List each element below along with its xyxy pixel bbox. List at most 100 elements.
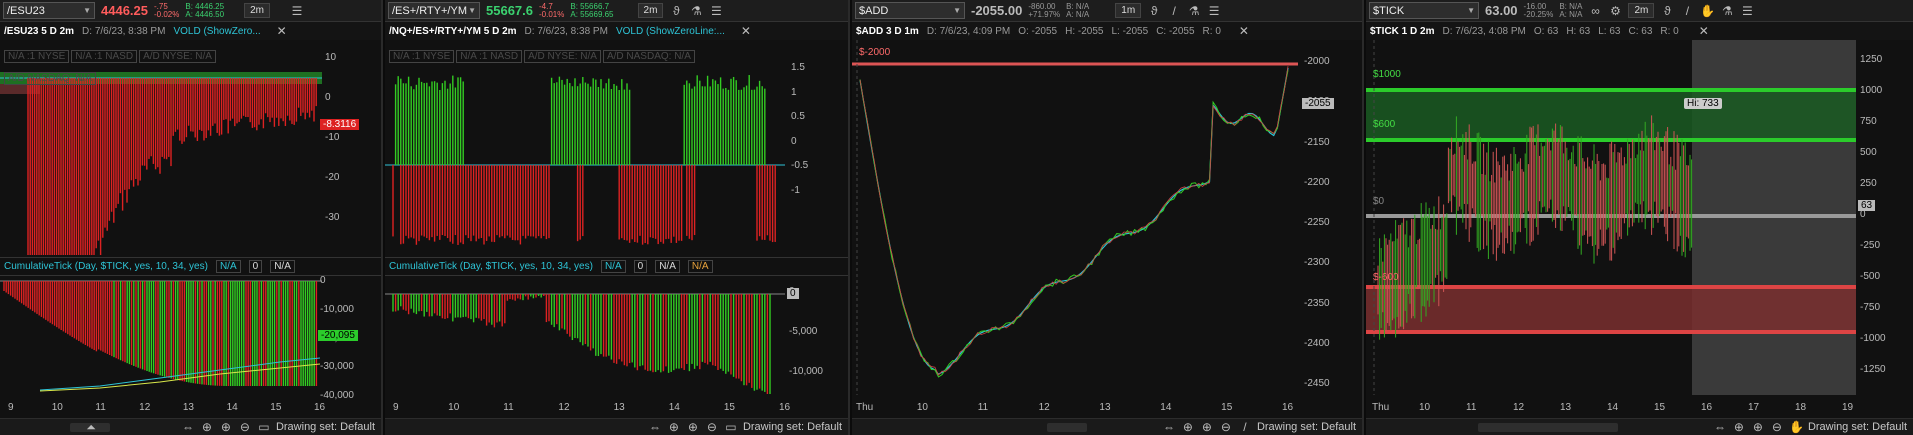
zoom-in-icon[interactable]: ⊕ xyxy=(1751,420,1765,434)
collapse-icon[interactable]: ✕ xyxy=(1697,24,1711,38)
time-tick-label: 10 xyxy=(51,402,63,413)
menu-icon[interactable]: ☰ xyxy=(709,4,723,18)
collapse-icon[interactable]: ✕ xyxy=(739,24,753,38)
time-tick-label: 13 xyxy=(1560,402,1572,413)
collapse-up-icon[interactable]: ⏶ xyxy=(84,420,98,435)
cumtick-study-label[interactable]: CumulativeTick (Day, $TICK, yes, 10, 34,… xyxy=(389,261,593,272)
symbol-text: $TICK xyxy=(1373,4,1405,17)
hand-icon[interactable]: ✋ xyxy=(1789,420,1804,434)
cumtick-study-label[interactable]: CumulativeTick (Day, $TICK, yes, 10, 34,… xyxy=(4,261,208,272)
axis-tick-label: -10,000 xyxy=(789,366,823,377)
time-tick-label: 10 xyxy=(448,402,460,413)
time-tick-label: 12 xyxy=(1513,402,1525,413)
change-percent: +71.97% xyxy=(1028,9,1061,19)
symbol-selector[interactable]: $TICK ▼ xyxy=(1369,2,1479,19)
time-tick-label: 16 xyxy=(779,402,791,413)
crosshair-icon[interactable]: ⊕ xyxy=(1732,420,1746,434)
draw-icon[interactable]: / xyxy=(1167,4,1181,18)
axis-tick-label: -1250 xyxy=(1860,364,1886,375)
symbol-toolbar: /ES+/RTY+/YM ▼ 55667.6 -4.7 -0.01% B: 5566… xyxy=(385,0,848,22)
crosshair-icon[interactable]: ⊕ xyxy=(200,420,214,434)
ohlc-close: C: -2055 xyxy=(1156,25,1195,37)
zoom-in-icon[interactable]: ⊕ xyxy=(686,420,700,434)
time-tick-label: 9 xyxy=(8,402,14,413)
timeframe-button[interactable]: 2m xyxy=(637,3,664,18)
menu-icon[interactable]: ☰ xyxy=(1740,4,1754,18)
indicator-icon[interactable]: ϑ xyxy=(1147,4,1161,18)
chart-date: D: 7/6/23, 8:38 PM xyxy=(82,25,166,37)
dropdown-caret-icon: ▼ xyxy=(953,6,961,15)
study-label[interactable]: VOLD (ShowZero... xyxy=(173,26,260,37)
vold-histogram xyxy=(385,75,785,245)
overlay-label: N/A :1 NYSE xyxy=(389,49,455,63)
bid-ask: B: 55666.7 A: 55669.65 xyxy=(570,2,613,19)
ohlc-open: O: 63 xyxy=(1533,25,1559,37)
draw-line-icon[interactable]: / xyxy=(1238,420,1252,434)
chart-settings-icon[interactable]: ⚗ xyxy=(1720,4,1734,18)
timeframe-button[interactable]: 2m xyxy=(244,3,270,18)
drawing-set[interactable]: Drawing set: Default xyxy=(743,421,842,433)
crosshair-icon[interactable]: ⊕ xyxy=(667,420,681,434)
zoom-out-icon[interactable]: ⊖ xyxy=(1219,420,1233,434)
pan-icon[interactable]: ⇔ xyxy=(648,420,662,434)
chart-settings-icon[interactable]: ⚗ xyxy=(1187,4,1201,18)
change-percent: -20.25% xyxy=(1523,9,1554,19)
chart-settings-icon[interactable]: ⚗ xyxy=(689,4,703,18)
chart-date: D: 7/6/23, 4:08 PM xyxy=(1442,25,1526,37)
drawing-set[interactable]: Drawing set: Default xyxy=(1257,421,1356,433)
link-icon[interactable]: ∞ xyxy=(1588,4,1602,18)
time-tick-label: 14 xyxy=(1160,402,1172,413)
chart-panel-add: $ADD ▼ -2055.00 -860.00 +71.97% B: N/A A: N… xyxy=(852,0,1364,435)
study-value: 0 xyxy=(248,260,263,273)
dropdown-caret-icon: ▼ xyxy=(468,6,476,15)
change-percent: -0.02% xyxy=(154,9,180,19)
chart-title: /NQ+/ES+/RTY+/YM 5 D 2m xyxy=(389,25,517,37)
ask-value: A: N/A xyxy=(1559,9,1583,19)
overlay-label: A/D NYSE: N/A xyxy=(139,49,216,63)
symbol-selector[interactable]: $ADD ▼ xyxy=(855,2,965,19)
box-icon[interactable]: ▭ xyxy=(724,420,738,434)
time-tick-label: 16 xyxy=(314,402,326,413)
pan-icon[interactable]: ⇔ xyxy=(181,420,195,434)
pan-icon[interactable]: ⇔ xyxy=(1162,420,1176,434)
collapse-icon[interactable]: ✕ xyxy=(1237,24,1251,38)
study-label[interactable]: VOLD (ShowZeroLine:... xyxy=(616,26,725,37)
menu-icon[interactable]: ☰ xyxy=(290,4,304,18)
study-value: N/A xyxy=(655,260,680,273)
time-tick-label: 19 xyxy=(1842,402,1854,413)
symbol-selector[interactable]: /ESU23 ▼ xyxy=(3,2,95,19)
time-tick-label: 15 xyxy=(723,402,735,413)
zoom-out-icon[interactable]: ⊖ xyxy=(238,420,252,434)
zoom-out-icon[interactable]: ⊖ xyxy=(1770,420,1784,434)
timeframe-button[interactable]: 1m xyxy=(1115,3,1142,18)
hand-icon[interactable]: ✋ xyxy=(1700,4,1715,18)
scroll-handle[interactable] xyxy=(1478,423,1618,432)
indicator-icon[interactable]: ϑ xyxy=(1660,4,1674,18)
drawing-set[interactable]: Drawing set: Default xyxy=(276,421,375,433)
zoom-in-icon[interactable]: ⊕ xyxy=(219,420,233,434)
scroll-handle[interactable] xyxy=(1047,423,1087,432)
axis-tick-label: 0 xyxy=(320,275,326,286)
pan-icon[interactable]: ⇔ xyxy=(1713,420,1727,434)
chart-panel-tick: $TICK ▼ 63.00 -16.00 -20.25% B: N/A A: N/A … xyxy=(1366,0,1913,435)
collapse-icon[interactable]: ✕ xyxy=(275,24,289,38)
zoom-out-icon[interactable]: ⊖ xyxy=(705,420,719,434)
gear-icon[interactable]: ⚙ xyxy=(1608,4,1622,18)
box-icon[interactable]: ▭ xyxy=(257,420,271,434)
overlay-label: N/A :1 NYSE xyxy=(4,49,70,63)
indicator-icon[interactable]: ϑ xyxy=(669,4,683,18)
bottom-toolbar: ⇔ ⊕ ⊕ ⊖ ▭ Drawing set: Default xyxy=(385,418,848,435)
zoom-in-icon[interactable]: ⊕ xyxy=(1200,420,1214,434)
axis-tick-label: 750 xyxy=(1860,116,1877,127)
timeframe-button[interactable]: 2m xyxy=(1628,3,1655,18)
crosshair-icon[interactable]: ⊕ xyxy=(1181,420,1195,434)
axis-tick-label: -2200 xyxy=(1304,176,1330,188)
axis-tick-label: 0 xyxy=(325,92,331,103)
time-tick-label: 13 xyxy=(613,402,625,413)
menu-icon[interactable]: ☰ xyxy=(1207,4,1221,18)
net-change: -16.00 -20.25% xyxy=(1523,2,1554,19)
draw-icon[interactable]: / xyxy=(1680,4,1694,18)
price-line xyxy=(859,67,1289,375)
symbol-selector[interactable]: /ES+/RTY+/YM ▼ xyxy=(388,2,480,19)
drawing-set[interactable]: Drawing set: Default xyxy=(1808,421,1907,433)
